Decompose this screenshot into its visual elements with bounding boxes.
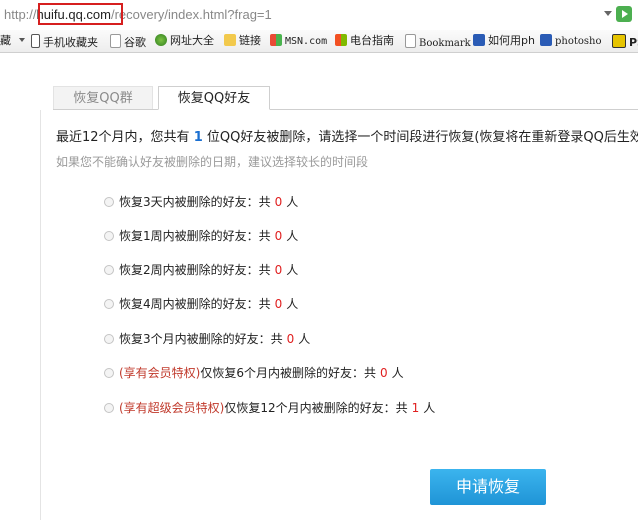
bookmark-item[interactable]: 藏 [0, 34, 25, 48]
bookmark-item[interactable]: 手机收藏夹 [31, 34, 98, 49]
bookmark-item[interactable]: 链接 [224, 34, 261, 48]
privilege-tag: (享有超级会员特权) [119, 401, 225, 415]
intro-text: 最近12个月内，您共有 1 位QQ好友被删除，请选择一个时间段进行恢复(恢复将在… [56, 126, 638, 145]
folder-icon [224, 34, 236, 46]
option-label: 恢复3天内被删除的好友：共 [119, 195, 271, 209]
dropdown-icon[interactable] [604, 11, 612, 16]
intro-after: 位QQ好友被删除，请选择一个时间段进行恢复(恢复将在重新登录QQ后生效)： [206, 130, 638, 145]
bookmark-item[interactable]: MSN.com [270, 34, 327, 48]
radio-button[interactable] [104, 403, 114, 413]
url-path: /recovery/index.html?frag=1 [110, 7, 272, 22]
option-unit: 人 [298, 332, 311, 346]
option-3-days[interactable]: 恢复3天内被删除的好友：共 0 人 [104, 193, 298, 210]
paw-icon [540, 34, 552, 46]
bookmark-label: PS [629, 36, 638, 49]
radio-button[interactable] [104, 197, 114, 207]
bookmark-label: 手机收藏夹 [43, 36, 98, 49]
option-label: 仅恢复6个月内被删除的好友：共 [200, 366, 377, 380]
bookmark-item[interactable]: 网址大全 [155, 34, 214, 48]
option-4-weeks[interactable]: 恢复4周内被删除的好友：共 0 人 [104, 295, 298, 312]
bookmark-label: 如何用ph [488, 34, 535, 47]
bookmark-item[interactable]: PS [612, 34, 638, 49]
option-label: 仅恢复12个月内被删除的好友：共 [224, 401, 408, 415]
domain-highlight-box [38, 3, 123, 25]
apply-recovery-button[interactable]: 申请恢复 [430, 469, 546, 505]
bookmark-item[interactable]: 电台指南 [335, 34, 394, 48]
privilege-tag: (享有会员特权) [119, 366, 201, 380]
bookmarks-bar: 藏 手机收藏夹 谷歌 网址大全 链接 MSN.com 电台指南 Bookmark… [0, 30, 638, 53]
tab-recover-group[interactable]: 恢复QQ群 [53, 86, 153, 110]
url-prefix: http:// [4, 7, 37, 22]
page-border [40, 110, 41, 520]
bookmark-label: Bookmark [419, 38, 471, 49]
option-label: 恢复3个月内被删除的好友：共 [119, 332, 283, 346]
bookmark-item[interactable]: 如何用ph [473, 34, 535, 48]
bookmark-item[interactable]: Bookmark [405, 34, 471, 49]
option-unit: 人 [286, 263, 299, 277]
option-count: 1 [411, 401, 420, 415]
deleted-count: 1 [193, 130, 203, 145]
paw-icon [473, 34, 485, 46]
page-icon [405, 34, 416, 48]
option-count: 0 [274, 297, 283, 311]
option-label: 恢复2周内被删除的好友：共 [119, 263, 271, 277]
option-count: 0 [380, 366, 388, 380]
hint-text: 如果您不能确认好友被删除的日期，建议选择较长的时间段 [56, 155, 369, 169]
bookmark-label: photosho [555, 36, 602, 47]
option-2-weeks[interactable]: 恢复2周内被删除的好友：共 0 人 [104, 261, 298, 278]
msn-icon [270, 34, 282, 46]
bookmark-label: MSN.com [285, 36, 328, 47]
bookmark-label: 藏 [0, 34, 11, 47]
radio-button[interactable] [104, 231, 114, 241]
windows-icon [335, 34, 347, 46]
radio-button[interactable] [104, 334, 114, 344]
phone-icon [31, 34, 40, 48]
bookmark-label: 谷歌 [124, 36, 146, 49]
option-unit: 人 [286, 195, 299, 209]
globe-icon [155, 34, 167, 46]
option-6-months[interactable]: (享有会员特权)仅恢复6个月内被删除的好友：共 0 人 [104, 364, 404, 381]
option-count: 0 [274, 263, 283, 277]
bookmark-label: 网址大全 [170, 34, 214, 47]
address-bar[interactable]: http://huifu.qq.com/recovery/index.html?… [0, 0, 638, 31]
bookmark-item[interactable]: photosho [540, 34, 602, 48]
bookmark-label: 链接 [239, 34, 261, 47]
radio-button[interactable] [104, 368, 114, 378]
option-unit: 人 [391, 366, 404, 380]
option-unit: 人 [423, 401, 436, 415]
option-12-months[interactable]: (享有超级会员特权)仅恢复12个月内被删除的好友：共 1 人 [104, 399, 435, 416]
bookmark-label: 电台指南 [350, 34, 394, 47]
go-arrow-icon[interactable] [616, 6, 632, 22]
option-count: 0 [274, 195, 283, 209]
option-label: 恢复4周内被删除的好友：共 [119, 297, 271, 311]
option-unit: 人 [286, 229, 299, 243]
option-1-week[interactable]: 恢复1周内被删除的好友：共 0 人 [104, 227, 298, 244]
page-icon [110, 34, 121, 48]
option-3-months[interactable]: 恢复3个月内被删除的好友：共 0 人 [104, 330, 310, 347]
chevron-down-icon [18, 38, 25, 42]
tab-divider [53, 109, 638, 110]
ps-icon [612, 34, 626, 48]
option-count: 0 [274, 229, 283, 243]
intro-before: 最近12个月内，您共有 [56, 130, 190, 145]
option-label: 恢复1周内被删除的好友：共 [119, 229, 271, 243]
radio-button[interactable] [104, 299, 114, 309]
bookmark-item[interactable]: 谷歌 [110, 34, 146, 49]
radio-button[interactable] [104, 265, 114, 275]
option-unit: 人 [286, 297, 299, 311]
option-count: 0 [286, 332, 295, 346]
tab-recover-friends[interactable]: 恢复QQ好友 [158, 86, 270, 110]
